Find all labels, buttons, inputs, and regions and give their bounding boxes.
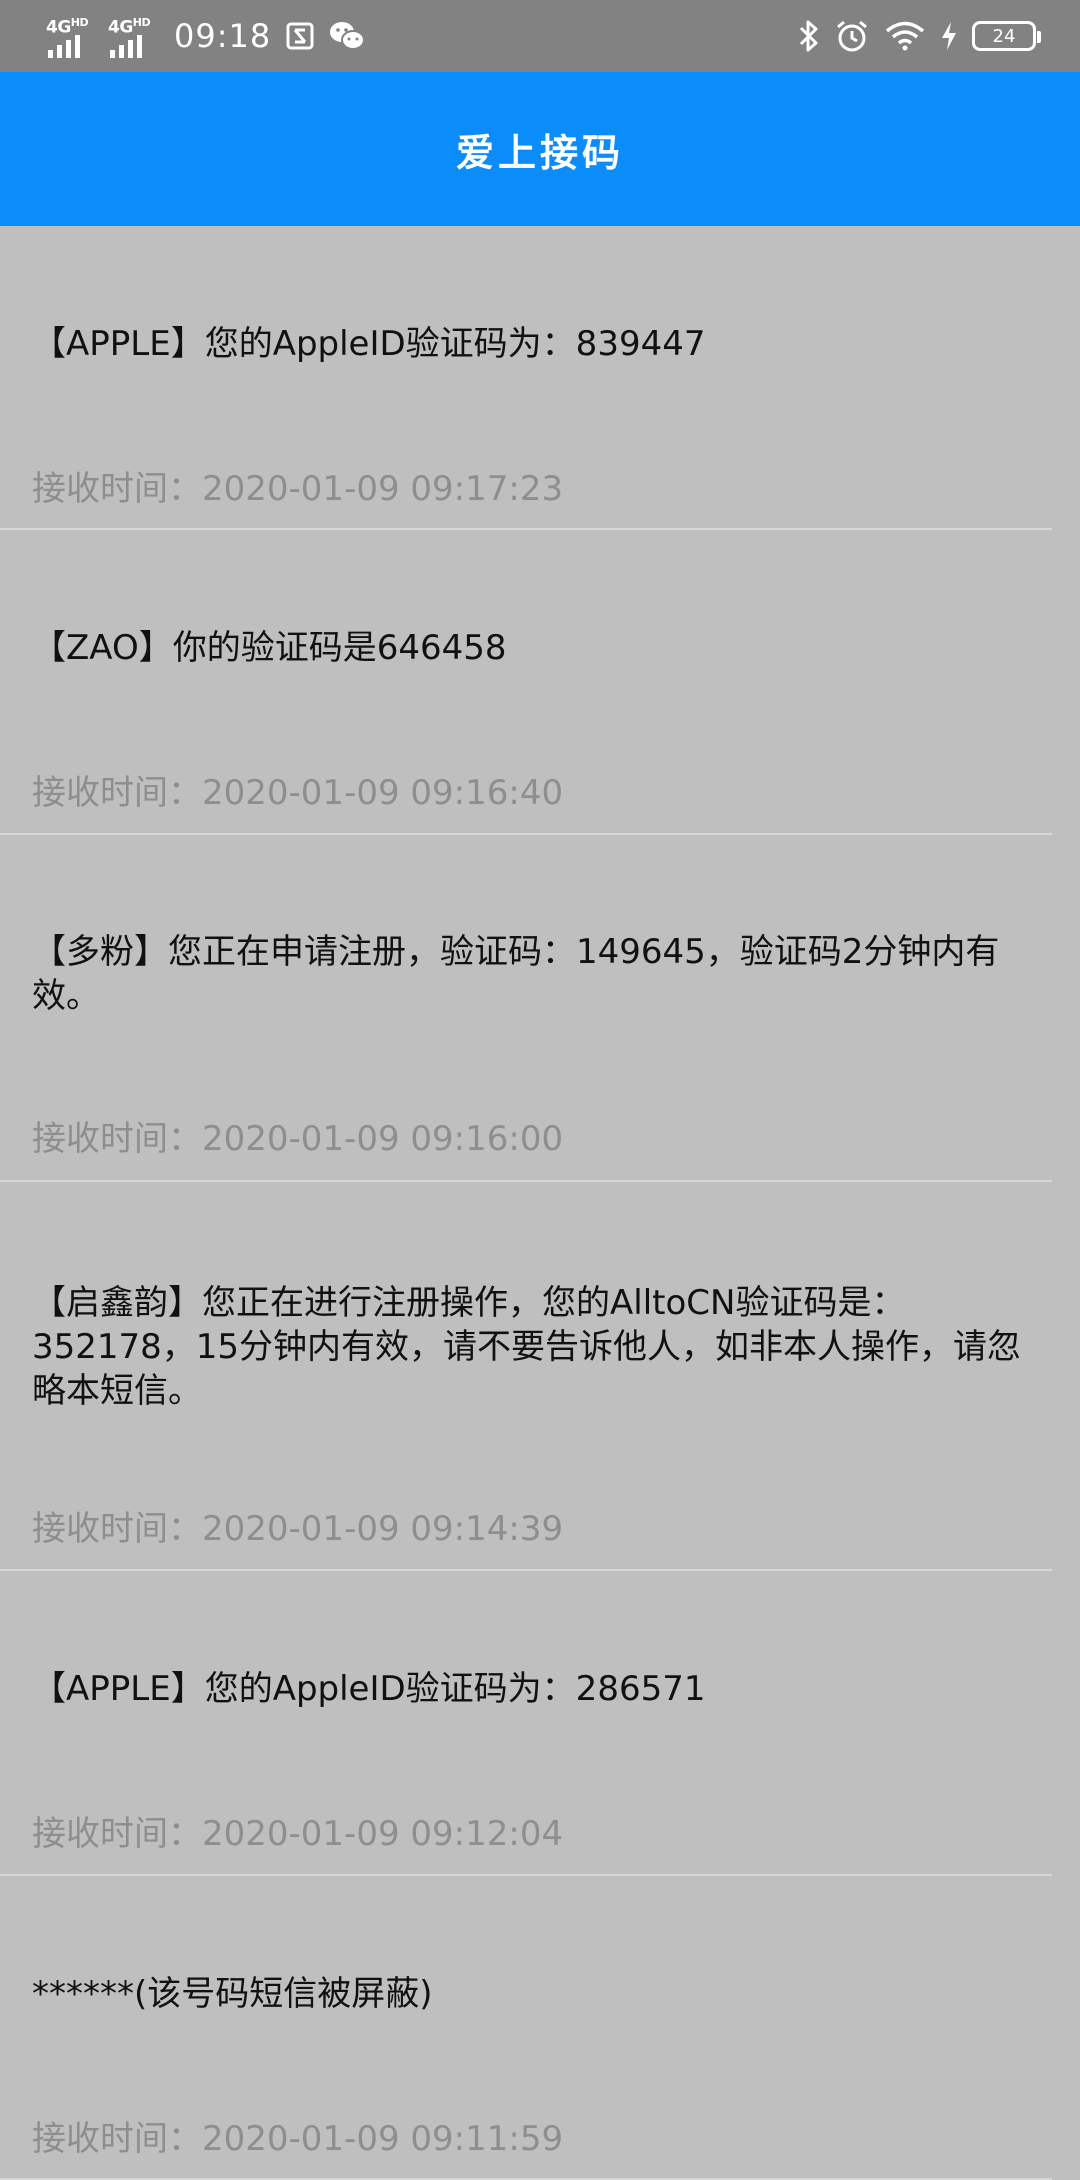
signal-icon-sim2: 4GHD — [108, 12, 156, 60]
received-time-label: 接收时间： — [32, 1509, 202, 1549]
message-list[interactable]: 【APPLE】您的AppleID验证码为：839447 接收时间：2020-01… — [0, 226, 1080, 2180]
wifi-icon — [884, 20, 926, 52]
received-time-value: 2020-01-09 09:16:40 — [202, 773, 564, 813]
received-time: 接收时间：2020-01-09 09:17:23 — [32, 467, 563, 511]
message-text: 【APPLE】您的AppleID验证码为：286571 — [32, 1669, 706, 1709]
received-time: 接收时间：2020-01-09 09:16:40 — [32, 771, 563, 815]
received-time: 接收时间：2020-01-09 09:11:59 — [32, 2117, 563, 2161]
received-time-value: 2020-01-09 09:17:23 — [202, 469, 564, 509]
message-item[interactable]: 【APPLE】您的AppleID验证码为：286571 接收时间：2020-01… — [0, 1571, 1080, 1876]
status-time: 09:18 — [174, 17, 272, 55]
alarm-icon — [834, 18, 870, 54]
message-item[interactable]: 【ZAO】你的验证码是646458 接收时间：2020-01-09 09:16:… — [0, 530, 1080, 835]
status-bar: 4GHD 4GHD 09:18 24 — [0, 0, 1080, 72]
network-hd-label: HD — [70, 16, 89, 29]
message-item[interactable]: 【APPLE】您的AppleID验证码为：839447 接收时间：2020-01… — [0, 226, 1080, 530]
received-time: 接收时间：2020-01-09 09:12:04 — [32, 1812, 563, 1856]
wechat-icon — [329, 20, 366, 52]
received-time-label: 接收时间： — [32, 773, 202, 813]
message-item[interactable]: ******(该号码短信被屏蔽) 接收时间：2020-01-09 09:11:5… — [0, 1876, 1080, 2180]
received-time-label: 接收时间： — [32, 1814, 202, 1854]
received-time-value: 2020-01-09 09:12:04 — [202, 1814, 564, 1854]
network-hd-label: HD — [132, 16, 151, 29]
screenshot-icon — [285, 21, 315, 51]
received-time-value: 2020-01-09 09:11:59 — [202, 2119, 564, 2159]
charging-icon — [940, 21, 958, 51]
message-text: 【多粉】您正在申请注册，验证码：149645，验证码2分钟内有效。 — [32, 932, 1000, 1016]
received-time: 接收时间：2020-01-09 09:16:00 — [32, 1117, 563, 1161]
battery-icon: 24 — [972, 21, 1041, 51]
signal-icon-sim1: 4GHD — [46, 12, 94, 60]
message-text: 【启鑫韵】您正在进行注册操作，您的AlltoCN验证码是：352178，15分钟… — [32, 1283, 1022, 1411]
received-time-value: 2020-01-09 09:16:00 — [202, 1119, 564, 1159]
received-time-value: 2020-01-09 09:14:39 — [202, 1509, 564, 1549]
received-time-label: 接收时间： — [32, 1119, 202, 1159]
message-text: 【APPLE】您的AppleID验证码为：839447 — [32, 324, 706, 364]
message-item[interactable]: 【多粉】您正在申请注册，验证码：149645，验证码2分钟内有效。 接收时间：2… — [0, 835, 1080, 1182]
message-item[interactable]: 【启鑫韵】您正在进行注册操作，您的AlltoCN验证码是：352178，15分钟… — [0, 1182, 1080, 1571]
message-text: ******(该号码短信被屏蔽) — [32, 1974, 433, 2014]
message-text: 【ZAO】你的验证码是646458 — [32, 628, 507, 668]
page-title: 爱上接码 — [455, 130, 624, 175]
received-time: 接收时间：2020-01-09 09:14:39 — [32, 1507, 563, 1551]
status-bar-right: 24 — [798, 12, 1041, 60]
received-time-label: 接收时间： — [32, 2119, 202, 2159]
battery-level: 24 — [992, 25, 1016, 47]
status-bar-left: 4GHD 4GHD 09:18 — [46, 10, 366, 62]
app-header: 爱上接码 — [0, 72, 1080, 226]
received-time-label: 接收时间： — [32, 469, 202, 509]
bluetooth-icon — [798, 19, 820, 53]
